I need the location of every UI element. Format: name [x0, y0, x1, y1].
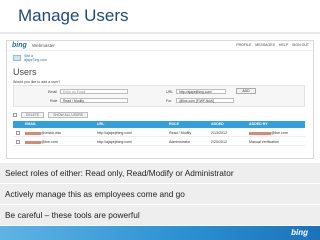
site-selector[interactable]: Site a ajapeTing.com: [13, 54, 47, 62]
email-label: Email: [48, 90, 57, 94]
url-label: URL: [166, 90, 174, 94]
bullet-manage: Actively manage this as employees come a…: [0, 184, 320, 204]
title-divider: [0, 32, 320, 34]
role-label: Role: [50, 99, 58, 103]
show-all-users-button[interactable]: SHOW ALL USERS: [48, 112, 89, 118]
row-email: @live.com: [41, 140, 58, 144]
role-select[interactable]: Read / Modify: [60, 98, 128, 103]
bullet-roles: Select roles of either: Read only, Read/…: [0, 163, 320, 183]
users-table-header: EMAIL URL ROLE ADDED ADDED BY: [13, 121, 305, 128]
for-select[interactable]: @live.com [F/WFJlckK]: [176, 98, 234, 103]
email-field[interactable]: Enter an Email: [60, 89, 128, 94]
site-line-2: ajapeTing.com: [24, 58, 47, 62]
redaction-mark: [25, 131, 41, 135]
for-label: For: [166, 99, 172, 103]
add-user-prompt: Would you like to add a user?: [13, 80, 61, 84]
row-added-by: Manual verification: [249, 140, 279, 144]
row-added-by-cell: @live.com: [249, 131, 288, 135]
redaction-mark: [249, 131, 271, 135]
url-field[interactable]: http://ajapejthing.com/: [176, 89, 226, 94]
nav-messages[interactable]: MESSAGES: [255, 43, 275, 47]
bing-logo[interactable]: bing: [12, 42, 27, 49]
row-added-by: @live.com: [271, 131, 288, 135]
table-actions: DELETE SHOW ALL USERS: [13, 112, 89, 118]
row-email-cell: @live.com: [25, 140, 58, 144]
add-button[interactable]: ADD: [236, 88, 256, 94]
row-url: http://ajapejthing.com/: [97, 131, 133, 135]
col-added-by[interactable]: ADDED BY: [249, 122, 268, 126]
col-url[interactable]: URL: [97, 122, 104, 126]
footer-bar: bing: [0, 226, 320, 240]
users-heading: Users: [13, 67, 37, 77]
row-url: http://ajapejthing.com/: [97, 140, 133, 144]
product-label: Webmaster: [32, 43, 55, 48]
redaction-mark: [25, 140, 41, 144]
slide-title: Manage Users: [18, 6, 129, 25]
select-all-checkbox[interactable]: [13, 113, 17, 117]
site-thumbnail-icon: [13, 55, 21, 61]
row-email-cell: @umich.edu: [25, 131, 61, 135]
bullet-caution: Be careful – these tools are powerful: [0, 205, 320, 225]
row-checkbox[interactable]: [16, 131, 20, 135]
nav-profile[interactable]: PROFILE: [236, 43, 251, 47]
row-email: @umich.edu: [41, 131, 62, 135]
row-role: Read / Modify: [169, 131, 192, 135]
table-row: @umich.edu http://ajapejthing.com/ Read …: [13, 128, 305, 137]
footer-bing-logo: bing: [291, 228, 308, 237]
row-checkbox[interactable]: [16, 140, 20, 144]
add-user-form: Email Enter an Email URL http://ajapejth…: [13, 85, 305, 107]
webmaster-header: bing Webmaster PROFILE MESSAGES HELP SIG…: [7, 41, 313, 51]
col-added[interactable]: ADDED: [211, 122, 224, 126]
row-role: Administrator: [169, 140, 191, 144]
table-row: @live.com http://ajapejthing.com/ Admini…: [13, 137, 305, 146]
nav-sign-out[interactable]: SIGN OUT: [292, 43, 309, 47]
col-role[interactable]: ROLE: [169, 122, 179, 126]
top-nav: PROFILE MESSAGES HELP SIGN OUT: [236, 43, 309, 47]
webmaster-screenshot: bing Webmaster PROFILE MESSAGES HELP SIG…: [6, 40, 314, 159]
delete-button[interactable]: DELETE: [21, 112, 45, 118]
col-email[interactable]: EMAIL: [25, 122, 36, 126]
nav-help[interactable]: HELP: [279, 43, 288, 47]
row-added: 2/20/2012: [211, 140, 227, 144]
row-added: 2/13/2012: [211, 131, 227, 135]
